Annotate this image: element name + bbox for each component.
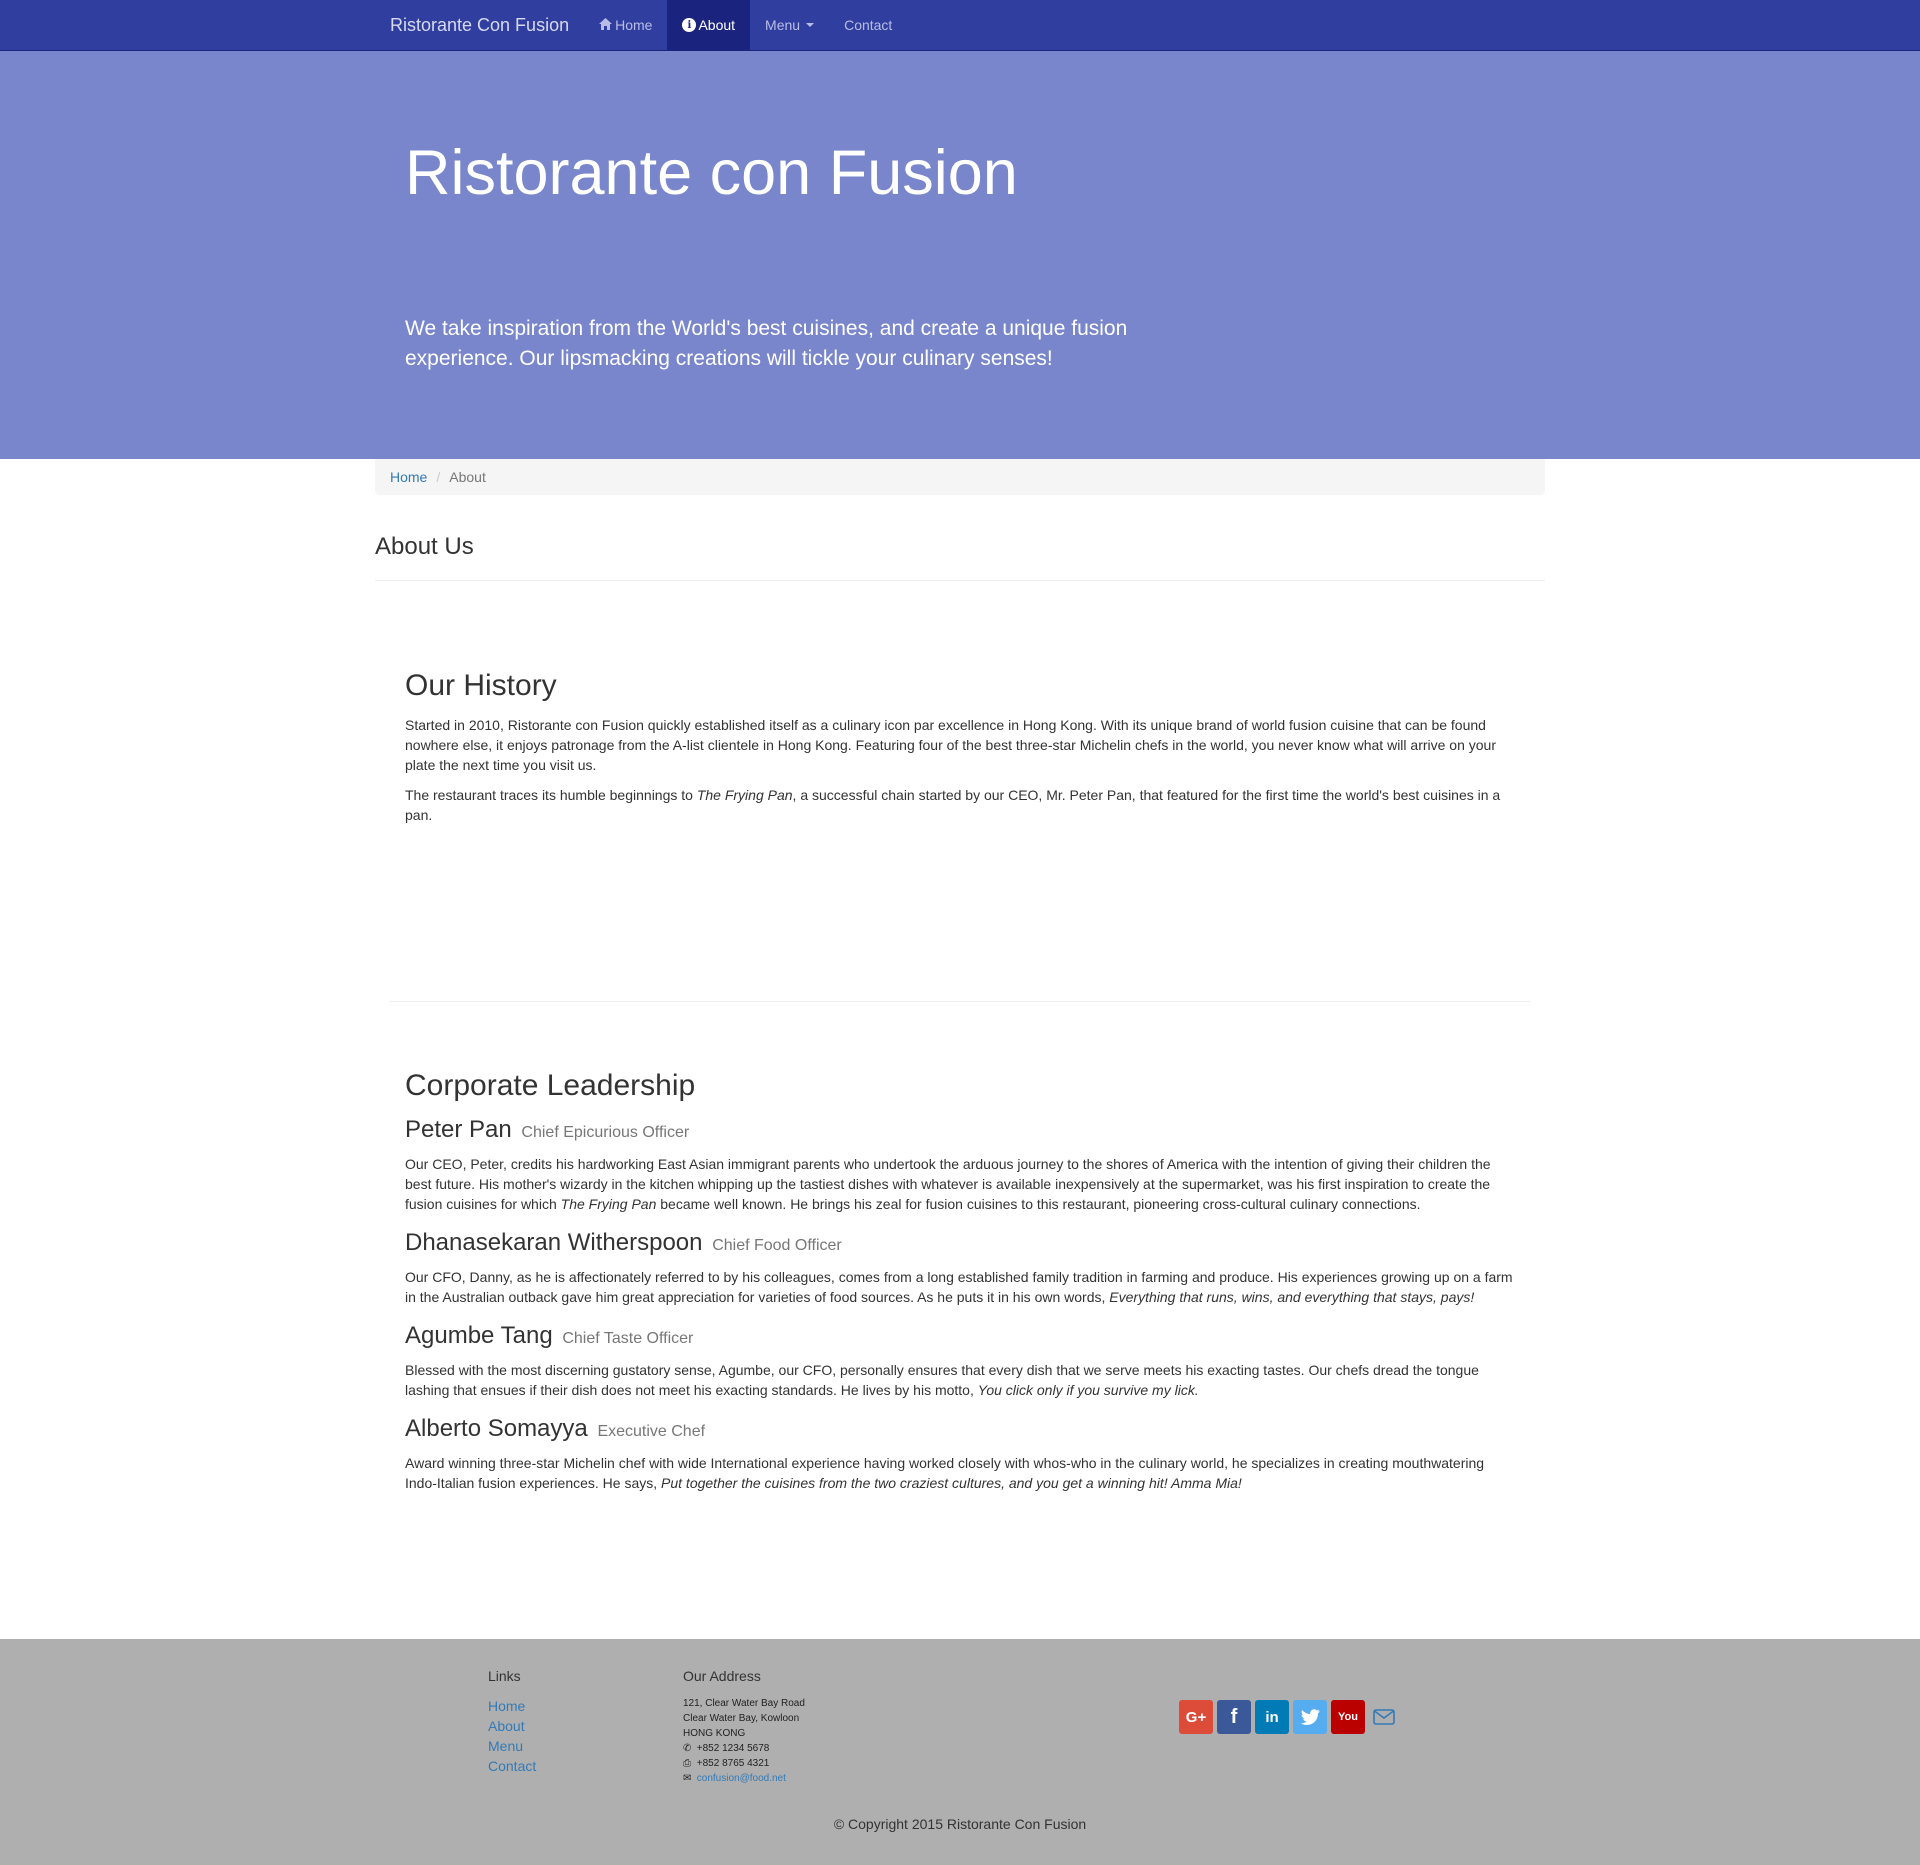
footer-links-heading: Links <box>488 1668 521 1684</box>
section-divider <box>390 1001 1530 1002</box>
caret-down-icon <box>806 23 815 27</box>
page-title: About Us <box>375 533 474 560</box>
leader-name: Alberto Somayya <box>405 1415 588 1442</box>
breadcrumb-home-link[interactable]: Home <box>390 469 427 485</box>
nav-item-contact[interactable]: Contact <box>829 0 907 50</box>
footer-address-heading: Our Address <box>683 1668 761 1684</box>
nav-item-home[interactable]: Home <box>584 0 667 50</box>
history-paragraph-1: Started in 2010, Ristorante con Fusion q… <box>405 717 1497 773</box>
leader-bio-after: became well known. He brings his zeal fo… <box>656 1196 1421 1212</box>
leader-item: Peter Pan Chief Epicurious Officer Our C… <box>405 1115 1515 1214</box>
address-line: HONG KONG <box>683 1728 746 1739</box>
nav-item-home-label: Home <box>615 17 653 33</box>
nav-item-contact-label: Contact <box>844 17 893 33</box>
twitter-icon[interactable] <box>1293 1700 1327 1734</box>
leader-name: Peter Pan <box>405 1116 512 1143</box>
leader-bio: Our CFO, Danny, as he is affectionately … <box>405 1267 1515 1307</box>
address-phone: ✆ +852 1234 5678 <box>683 1741 805 1756</box>
info-icon: i <box>682 18 697 32</box>
facebook-icon[interactable]: f <box>1217 1700 1251 1734</box>
address-line: 121, Clear Water Bay Road <box>683 1698 805 1709</box>
fax-icon: ⎙ <box>683 1758 691 1769</box>
envelope-icon: ✉ <box>683 1773 692 1784</box>
leader-heading: Peter Pan Chief Epicurious Officer <box>405 1115 1515 1148</box>
social-buttons: G+ f in You <box>1179 1700 1399 1734</box>
leadership-heading: Corporate Leadership <box>405 1069 696 1102</box>
leader-item: Alberto Somayya Executive Chef Award win… <box>405 1414 1515 1493</box>
email-link[interactable]: confusion@food.net <box>697 1773 786 1784</box>
leadership-section: Corporate Leadership Peter Pan Chief Epi… <box>405 1069 1515 1507</box>
breadcrumb: Home / About <box>375 459 1545 495</box>
history-p2-em: The Frying Pan <box>696 787 793 803</box>
leader-title: Executive Chef <box>597 1423 706 1440</box>
leader-bio: Blessed with the most discerning gustato… <box>405 1360 1515 1400</box>
youtube-icon[interactable]: You <box>1331 1700 1365 1734</box>
footer-link-menu[interactable]: Menu <box>488 1736 536 1756</box>
leader-name: Agumbe Tang <box>405 1322 553 1349</box>
leader-heading: Dhanasekaran Witherspoon Chief Food Offi… <box>405 1228 1515 1261</box>
leader-bio: Award winning three-star Michelin chef w… <box>405 1453 1515 1493</box>
linkedin-icon[interactable]: in <box>1255 1700 1289 1734</box>
home-icon <box>599 17 613 33</box>
phone-icon: ✆ <box>683 1743 692 1754</box>
leader-bio-em: Put together the cuisines from the two c… <box>661 1475 1242 1491</box>
google-plus-icon[interactable]: G+ <box>1179 1700 1213 1734</box>
nav-item-about-label: About <box>698 17 736 33</box>
leader-bio-em: The Frying Pan <box>560 1196 657 1212</box>
leader-title: Chief Epicurious Officer <box>521 1124 690 1141</box>
history-paragraph-2: The restaurant traces its humble beginni… <box>405 785 1515 825</box>
fax-number: +852 8765 4321 <box>696 1758 770 1769</box>
jumbotron: Ristorante con Fusion We take inspiratio… <box>0 51 1920 459</box>
leader-item: Dhanasekaran Witherspoon Chief Food Offi… <box>405 1228 1515 1307</box>
navbar: Ristorante Con Fusion Home i About Menu … <box>0 0 1920 51</box>
leader-title: Chief Taste Officer <box>562 1330 694 1347</box>
address-block: 121, Clear Water Bay Road Clear Water Ba… <box>683 1696 805 1786</box>
leader-bio-before: Blessed with the most discerning gustato… <box>405 1362 1479 1398</box>
leader-bio: Our CEO, Peter, credits his hardworking … <box>405 1154 1515 1214</box>
nav-item-menu-label: Menu <box>765 17 801 33</box>
history-p2-before: The restaurant traces its humble beginni… <box>405 787 697 803</box>
address-fax: ⎙ +852 8765 4321 <box>683 1756 805 1771</box>
footer-address: Our Address 121, Clear Water Bay Road Cl… <box>683 1668 805 1786</box>
jumbotron-title: Ristorante con Fusion <box>405 138 1018 208</box>
nav-item-menu[interactable]: Menu <box>750 0 829 50</box>
leader-item: Agumbe Tang Chief Taste Officer Blessed … <box>405 1321 1515 1400</box>
leader-title: Chief Food Officer <box>712 1237 842 1254</box>
leader-bio-em: Everything that runs, wins, and everythi… <box>1109 1289 1475 1305</box>
footer-links: Links Home About Menu Contact <box>488 1668 536 1776</box>
copyright: © Copyright 2015 Ristorante Con Fusion <box>833 1816 1087 1832</box>
address-email: ✉ confusion@food.net <box>683 1771 805 1786</box>
phone-number: +852 1234 5678 <box>696 1743 770 1754</box>
leader-heading: Alberto Somayya Executive Chef <box>405 1414 1515 1447</box>
leader-heading: Agumbe Tang Chief Taste Officer <box>405 1321 1515 1354</box>
leader-bio-em: You click only if you survive my lick. <box>977 1382 1199 1398</box>
footer-link-about[interactable]: About <box>488 1716 536 1736</box>
footer-link-contact[interactable]: Contact <box>488 1756 536 1776</box>
breadcrumb-current: About <box>449 469 486 485</box>
navbar-inner: Ristorante Con Fusion Home i About Menu … <box>375 0 907 50</box>
history-heading: Our History <box>405 669 557 702</box>
history-section: Our History Started in 2010, Ristorante … <box>405 669 1515 835</box>
nav-item-about[interactable]: i About <box>667 0 751 50</box>
footer-link-home[interactable]: Home <box>488 1696 536 1716</box>
footer-links-list: Home About Menu Contact <box>488 1696 536 1776</box>
title-divider <box>375 580 1545 581</box>
mail-icon[interactable] <box>1369 1700 1399 1734</box>
address-line: Clear Water Bay, Kowloon <box>683 1713 800 1724</box>
jumbotron-text: We take inspiration from the World's bes… <box>405 317 1128 370</box>
leader-name: Dhanasekaran Witherspoon <box>405 1229 703 1256</box>
breadcrumb-separator: / <box>436 469 441 485</box>
navbar-brand[interactable]: Ristorante Con Fusion <box>375 0 584 50</box>
